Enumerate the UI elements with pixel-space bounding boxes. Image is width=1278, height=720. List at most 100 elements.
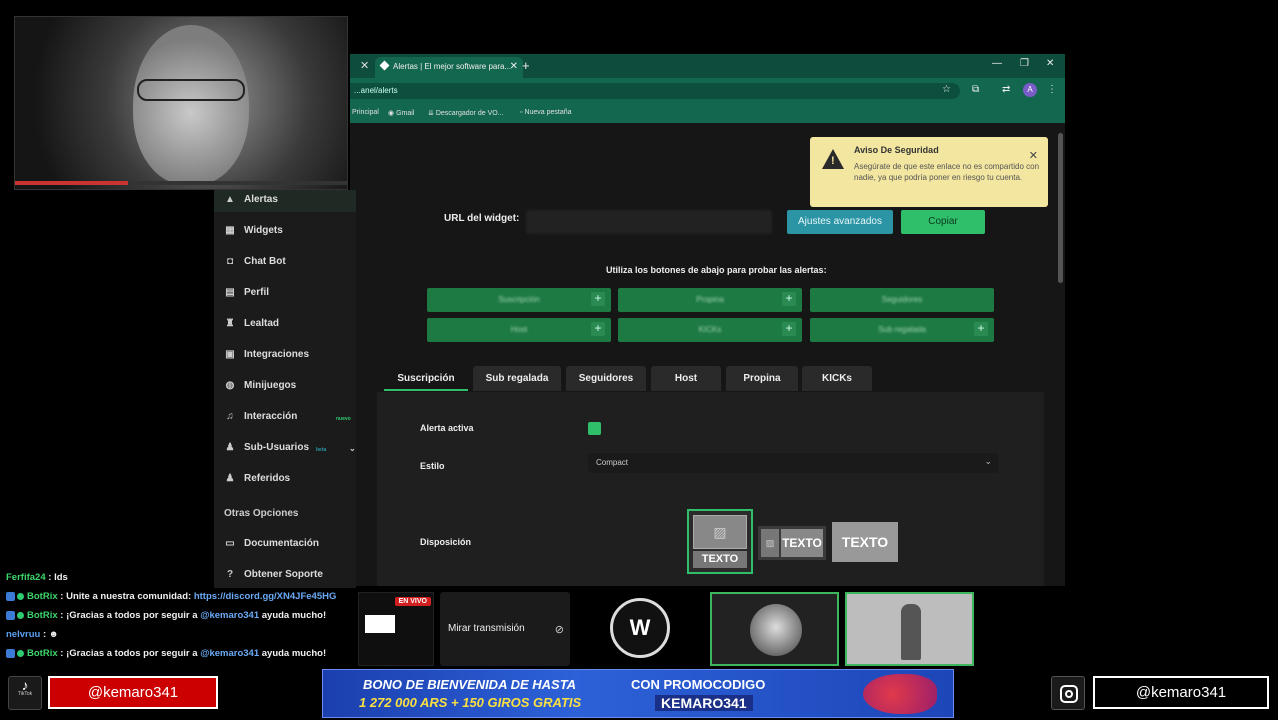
bookmark-label: Gmail: [396, 110, 415, 117]
sidebar-item-perfil[interactable]: ▤ Perfil: [224, 287, 352, 307]
bookmark-item[interactable]: ▫ Nueva pestaña: [520, 109, 572, 116]
id-card-icon: ▤: [225, 287, 235, 298]
chat-message: BotRix : Unite a nuestra comunidad: http…: [6, 591, 336, 602]
test-button-sub-regalada[interactable]: Sub regalada +: [810, 318, 994, 342]
instagram-handle: @kemaro341: [1093, 676, 1269, 709]
plus-icon: +: [782, 292, 796, 306]
new-tab-icon[interactable]: +: [522, 58, 530, 73]
sidebar-section-title: Otras Opciones: [224, 508, 299, 519]
sidebar-item-integraciones[interactable]: ▣ Integraciones: [224, 349, 352, 369]
music-note-icon: ♫: [226, 411, 234, 422]
beta-badge: beta: [316, 447, 327, 453]
extensions-icon[interactable]: ⧉: [972, 84, 979, 95]
scrollbar[interactable]: [1058, 133, 1063, 283]
star-icon[interactable]: ☆: [942, 84, 951, 95]
url-widget-label: URL del widget:: [444, 213, 520, 224]
chat-text-suffix: ayuda mucho!: [261, 648, 327, 659]
test-button-label: Seguidores: [881, 295, 923, 304]
chat-link[interactable]: https://discord.gg/XN4JFe45HG: [194, 591, 337, 602]
translate-icon[interactable]: ⇄: [1002, 84, 1010, 95]
test-button-label: KICKs: [698, 325, 722, 334]
chevron-down-icon[interactable]: ⌄: [349, 444, 356, 453]
verified-badge-icon: [17, 592, 24, 600]
live-preview-tile[interactable]: EN VIVO: [358, 592, 434, 666]
sidebar-item-label: Integraciones: [244, 349, 310, 360]
test-button-suscripcion[interactable]: Suscripción +: [427, 288, 611, 312]
advanced-settings-button[interactable]: Ajustes avanzados: [787, 210, 893, 234]
monitor-icon: [365, 615, 395, 633]
channel-logo: W: [610, 598, 670, 658]
layout-option-overlay[interactable]: TEXTO: [832, 522, 898, 562]
test-button-kicks[interactable]: KICKs +: [618, 318, 802, 342]
profile-avatar[interactable]: A: [1023, 83, 1037, 97]
kebab-menu-icon[interactable]: ⋮: [1047, 84, 1057, 95]
promo-code: KEMARO341: [655, 695, 753, 711]
minimize-icon[interactable]: —: [992, 58, 1002, 69]
bookmark-item[interactable]: Principal: [352, 109, 379, 116]
window-close-icon[interactable]: ✕: [1046, 58, 1054, 69]
sidebar-item-label: Obtener Soporte: [244, 569, 323, 580]
test-button-propina[interactable]: Propina +: [618, 288, 802, 312]
download-icon: ⇊: [428, 110, 436, 117]
close-icon[interactable]: ✕: [360, 59, 369, 72]
tab-title: Alertas | El mejor software para...: [393, 62, 512, 71]
bookmark-item[interactable]: ⇊ Descargador de VO...: [428, 109, 504, 117]
bookmark-label: Descargador de VO...: [435, 110, 504, 117]
sidebar-item-documentacion[interactable]: ▭ Documentación: [224, 538, 352, 558]
sidebar-item-soporte[interactable]: ? Obtener Soporte: [224, 569, 352, 589]
sidebar-item-widgets[interactable]: ▦ Widgets: [224, 225, 352, 245]
tab-suscripcion[interactable]: Suscripción: [384, 366, 468, 391]
warning-icon: ▲: [225, 194, 235, 205]
close-tab-icon[interactable]: ✕: [510, 61, 518, 72]
sidebar-item-label: Lealtad: [244, 318, 280, 329]
sidebar-item-lealtad[interactable]: ♜ Lealtad: [224, 318, 352, 338]
sidebar-item-chat-bot[interactable]: ◘ Chat Bot: [224, 256, 352, 276]
sidebar-item-label: Interacción: [244, 411, 298, 422]
tab-sub-regalada[interactable]: Sub regalada: [473, 366, 561, 391]
chat-mention: @kemaro341: [200, 648, 260, 659]
chat-text: Unite a nuestra comunidad:: [66, 591, 192, 602]
chat-separator: :: [45, 572, 55, 583]
test-button-host[interactable]: Host +: [427, 318, 611, 342]
chat-username: BotRix: [27, 610, 58, 621]
tiktok-icon: ♪ TikTok: [8, 676, 42, 710]
widget-url-field[interactable]: [526, 210, 772, 234]
image-icon: ▨: [761, 529, 779, 557]
grid-icon: ▦: [225, 225, 235, 236]
browser-tab[interactable]: Alertas | El mejor software para... ✕: [375, 57, 523, 78]
promo-banner: BONO DE BIENVENIDA DE HASTA 1 272 000 AR…: [322, 669, 954, 718]
maximize-icon[interactable]: ❐: [1020, 58, 1029, 69]
chat-message: BotRix : ¡Gracias a todos por seguir a @…: [6, 610, 326, 621]
close-icon[interactable]: ✕: [1029, 149, 1038, 162]
chat-separator: :: [57, 591, 67, 602]
layout-option-stacked[interactable]: ▨ TEXTO: [687, 509, 753, 574]
tab-strip: ✕ Alertas | El mejor software para... ✕ …: [350, 54, 1065, 78]
address-bar: ...anel/alerts ☆ ⧉ ⇄ A ⋮: [350, 78, 1065, 103]
tiktok-handle: @kemaro341: [48, 676, 218, 709]
sidebar-item-label: Referidos: [244, 473, 291, 484]
copy-button[interactable]: Copiar: [901, 210, 985, 234]
alert-active-checkbox[interactable]: [588, 422, 601, 435]
layout-text: TEXTO: [781, 529, 823, 557]
tab-propina[interactable]: Propina: [726, 366, 798, 391]
tab-kicks[interactable]: KICKs: [802, 366, 872, 391]
chat-username: BotRix: [27, 591, 58, 602]
style-select[interactable]: Compact ⌄: [588, 453, 998, 473]
watch-stream-button[interactable]: Mirar transmisión ⊘: [440, 592, 570, 666]
sidebar-item-minijuegos[interactable]: ◍ Minijuegos: [224, 380, 352, 400]
promo-code-label: CON PROMOCODIGO: [631, 677, 766, 692]
sidebar-item-sub-usuarios[interactable]: ♟ Sub-Usuarios beta ⌄: [224, 442, 356, 462]
robot-icon: ◘: [226, 256, 234, 267]
sidebar-item-referidos[interactable]: ♟ Referidos: [224, 473, 352, 493]
layout-option-side[interactable]: ▨ TEXTO: [758, 526, 826, 560]
tab-host[interactable]: Host: [651, 366, 721, 391]
test-button-label: Sub regalada: [878, 325, 926, 334]
sidebar-item-label: Widgets: [244, 225, 283, 236]
sidebar-item-alertas[interactable]: ▲ Alertas: [224, 194, 352, 214]
url-field[interactable]: ...anel/alerts: [350, 83, 960, 99]
bookmark-item[interactable]: ◉ Gmail: [388, 109, 414, 117]
test-button-seguidores[interactable]: Seguidores: [810, 288, 994, 312]
sidebar-item-interaccion[interactable]: ♫ Interacción nuevo: [224, 411, 352, 431]
tab-seguidores[interactable]: Seguidores: [566, 366, 646, 391]
bookmarks-bar: Principal ◉ Gmail ⇊ Descargador de VO...…: [350, 103, 1065, 123]
